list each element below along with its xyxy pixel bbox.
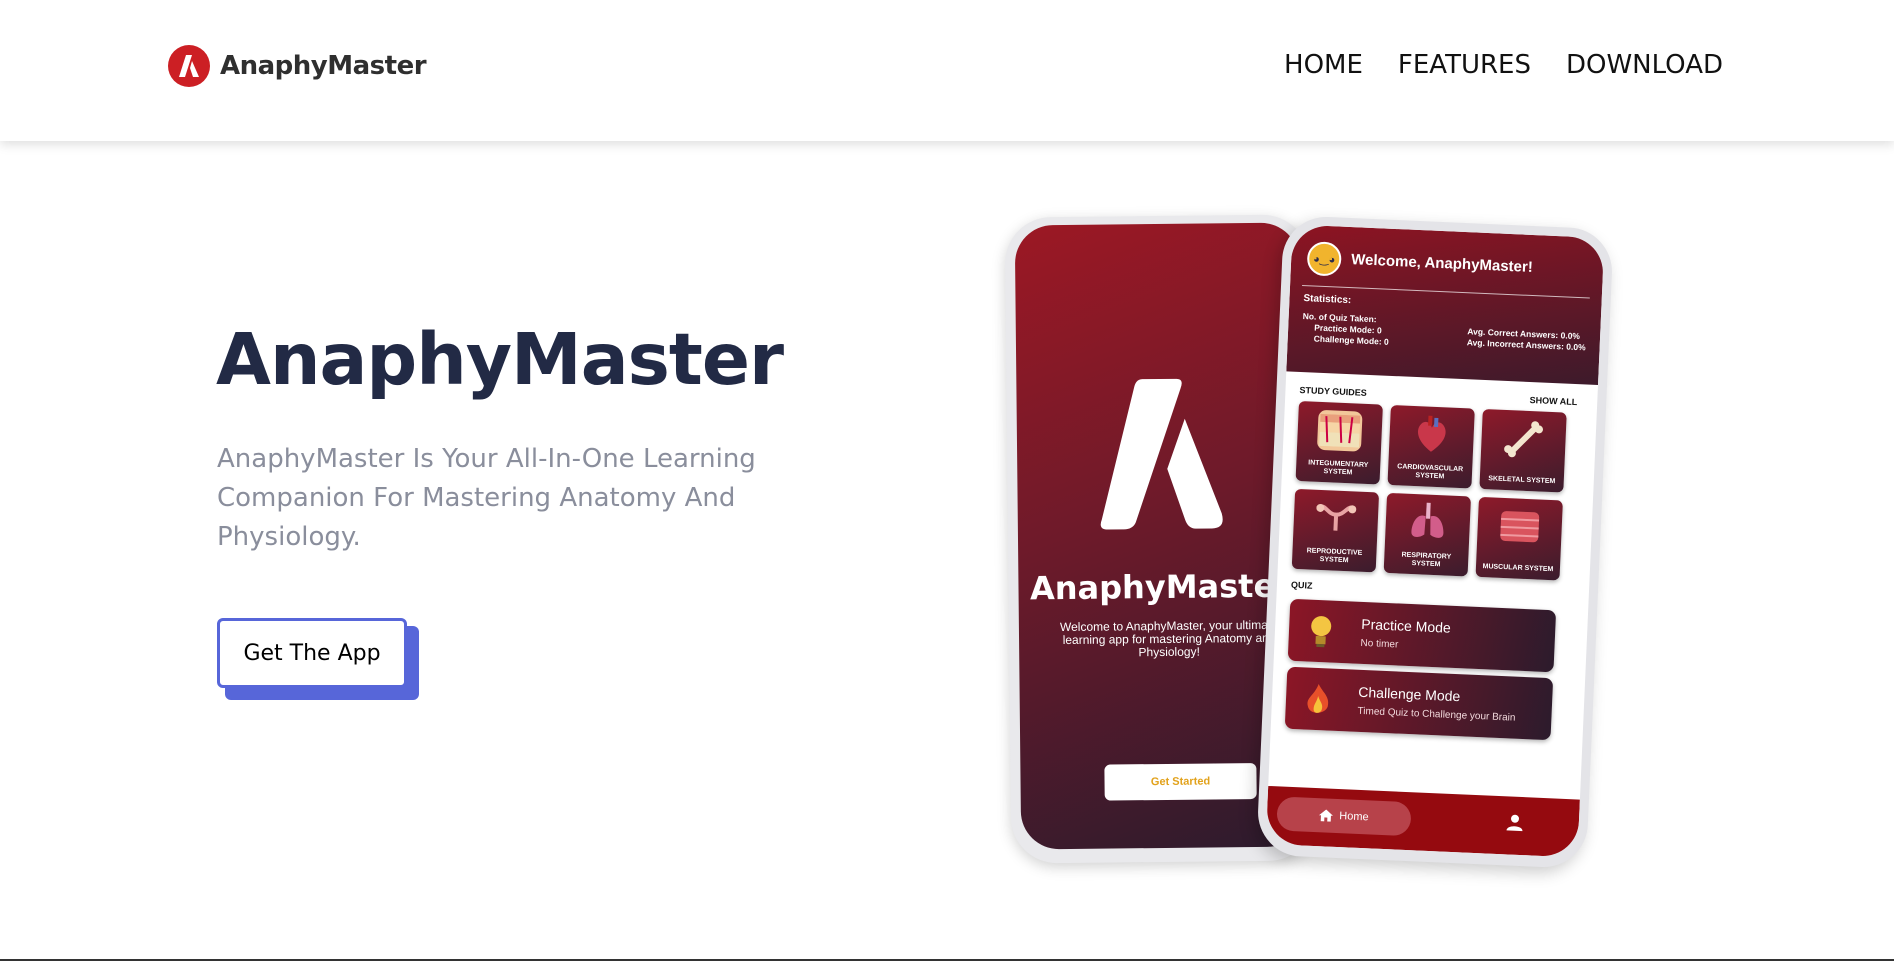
app-logo-icon bbox=[1100, 378, 1223, 530]
home-icon bbox=[1319, 809, 1334, 822]
practice-mode-subtitle: No timer bbox=[1360, 637, 1399, 651]
challenge-mode-title: Challenge Mode bbox=[1358, 683, 1461, 705]
guide-card-skeletal[interactable]: SKELETAL SYSTEM bbox=[1479, 408, 1567, 493]
challenge-mode-subtitle: Timed Quiz to Challenge your Brain bbox=[1357, 705, 1516, 724]
stats-left: No. of Quiz Taken: Practice Mode: 0 Chal… bbox=[1302, 311, 1390, 348]
avatar-icon[interactable]: ◕‿◕ bbox=[1306, 241, 1342, 277]
muscle-icon bbox=[1497, 506, 1543, 548]
get-started-button[interactable]: Get Started bbox=[1104, 763, 1257, 801]
phone-mockup-home: ◕‿◕ Welcome, AnaphyMaster! Statistics: N… bbox=[1256, 215, 1614, 869]
nav-download[interactable]: DOWNLOAD bbox=[1566, 50, 1723, 80]
guide-label: REPRODUCTIVE SYSTEM bbox=[1306, 547, 1363, 565]
guide-card-muscular[interactable]: MUSCULAR SYSTEM bbox=[1475, 496, 1563, 581]
splash-text: Welcome to AnaphyMaster, your ultimate l… bbox=[1059, 617, 1278, 660]
get-the-app-button[interactable]: Get The App bbox=[217, 618, 407, 688]
stats-title: Statistics: bbox=[1303, 293, 1352, 307]
guide-label: RESPIRATORY SYSTEM bbox=[1401, 551, 1452, 569]
guide-label: SKELETAL SYSTEM bbox=[1488, 475, 1556, 486]
nav-links: HOME FEATURES DOWNLOAD bbox=[1284, 50, 1723, 80]
nav-home[interactable]: HOME bbox=[1284, 50, 1363, 80]
logo-icon bbox=[168, 45, 210, 87]
guide-label: CARDIOVASCULAR SYSTEM bbox=[1397, 463, 1464, 481]
quiz-label: QUIZ bbox=[1290, 579, 1313, 591]
guide-card-cardiovascular[interactable]: CARDIOVASCULAR SYSTEM bbox=[1387, 404, 1475, 489]
heart-icon bbox=[1409, 414, 1455, 456]
practice-mode-card[interactable]: Practice Mode No timer bbox=[1287, 598, 1557, 673]
home-screen: ◕‿◕ Welcome, AnaphyMaster! Statistics: N… bbox=[1265, 224, 1605, 858]
guide-card-respiratory[interactable]: RESPIRATORY SYSTEM bbox=[1383, 492, 1472, 577]
app-header: ◕‿◕ Welcome, AnaphyMaster! Statistics: N… bbox=[1286, 224, 1605, 385]
splash-title: AnaphyMaster bbox=[1029, 566, 1292, 608]
brand-name: AnaphyMaster bbox=[220, 51, 427, 81]
challenge-mode-card[interactable]: Challenge Mode Timed Quiz to Challenge y… bbox=[1284, 666, 1554, 741]
hero-title: AnaphyMaster bbox=[216, 318, 784, 401]
cta-wrapper: Get The App bbox=[217, 618, 419, 700]
guide-card-integumentary[interactable]: INTEGUMENTARY SYSTEM bbox=[1295, 400, 1383, 485]
hero-description: AnaphyMaster Is Your All-In-One Learning… bbox=[217, 444, 756, 552]
guide-label: MUSCULAR SYSTEM bbox=[1482, 563, 1554, 574]
practice-mode-title: Practice Mode bbox=[1361, 615, 1452, 636]
lightbulb-icon bbox=[1306, 614, 1336, 657]
nav-home-label: Home bbox=[1339, 810, 1369, 824]
lungs-icon bbox=[1405, 502, 1451, 544]
show-all-link[interactable]: SHOW ALL bbox=[1529, 395, 1577, 407]
skin-icon bbox=[1316, 409, 1363, 452]
guide-label: INTEGUMENTARY SYSTEM bbox=[1308, 459, 1369, 477]
brand-logo[interactable]: AnaphyMaster bbox=[168, 45, 427, 87]
reproductive-icon bbox=[1313, 498, 1359, 540]
bottom-nav: Home bbox=[1265, 785, 1580, 858]
nav-features[interactable]: FEATURES bbox=[1398, 50, 1531, 80]
stats-right: Avg. Correct Answers: 0.0% Avg. Incorrec… bbox=[1467, 326, 1587, 353]
profile-icon[interactable] bbox=[1504, 812, 1525, 833]
fire-icon bbox=[1303, 681, 1333, 724]
welcome-text: Welcome, AnaphyMaster! bbox=[1350, 251, 1534, 276]
study-guides-grid: INTEGUMENTARY SYSTEM CARDIOVASCULAR SYST… bbox=[1291, 400, 1571, 581]
study-guides-label: STUDY GUIDES bbox=[1299, 384, 1368, 398]
nav-home-tab[interactable]: Home bbox=[1276, 796, 1412, 837]
navbar: AnaphyMaster HOME FEATURES DOWNLOAD bbox=[0, 0, 1894, 141]
bone-icon bbox=[1501, 418, 1547, 460]
guide-card-reproductive[interactable]: REPRODUCTIVE SYSTEM bbox=[1291, 488, 1380, 573]
